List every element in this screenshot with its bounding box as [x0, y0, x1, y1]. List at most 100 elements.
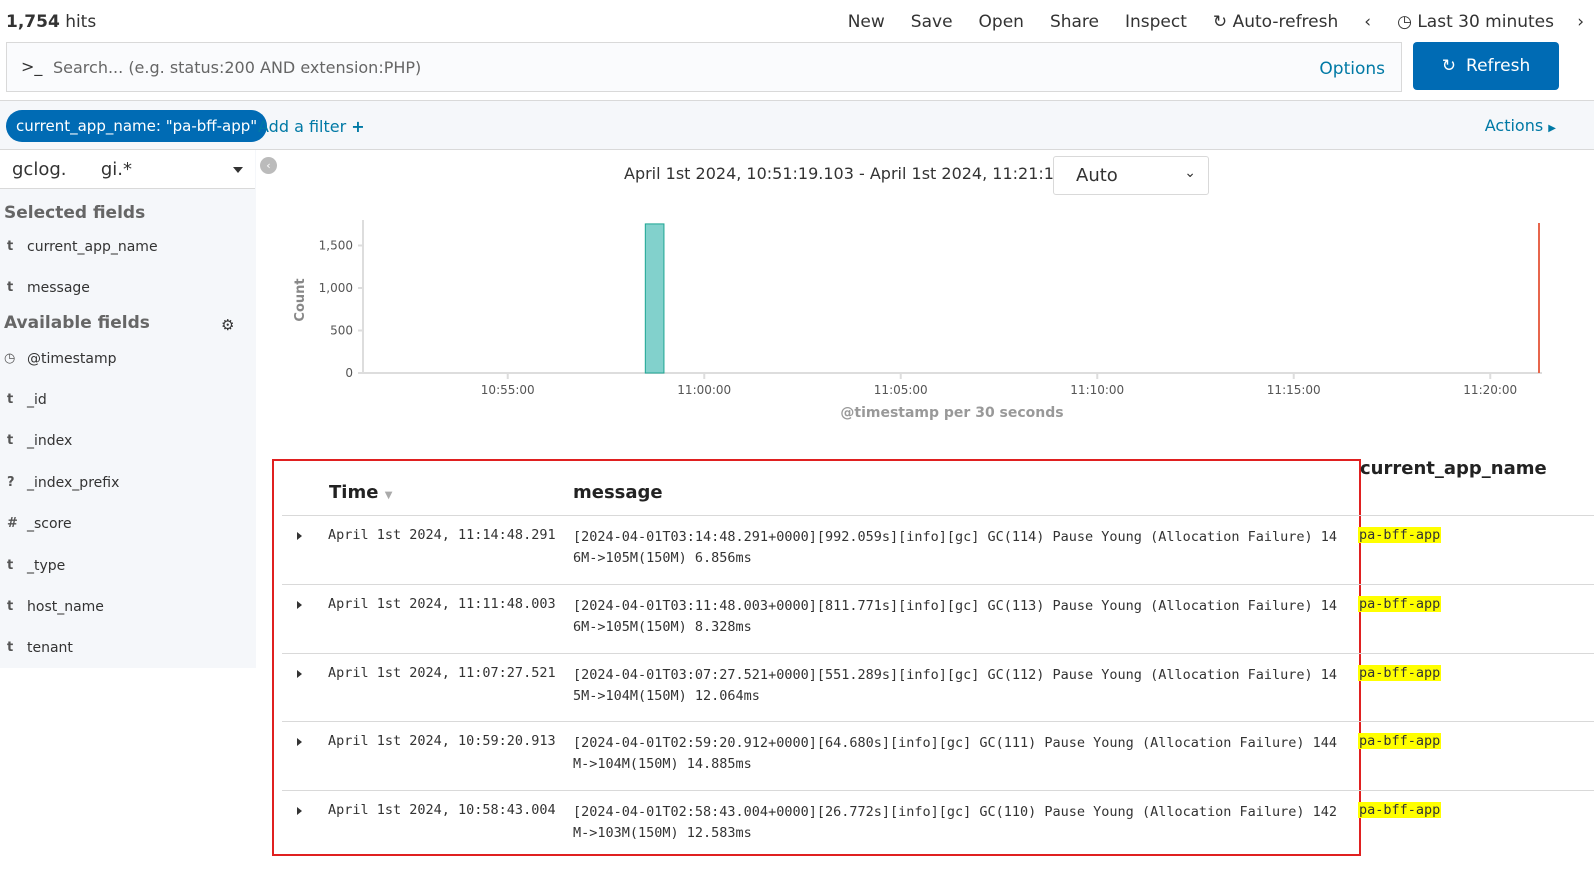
x-tick-label: 11:05:00: [874, 383, 928, 397]
x-tick-label: 11:10:00: [1070, 383, 1124, 397]
field-name: current_app_name: [27, 239, 158, 255]
field-name: _score: [27, 516, 72, 532]
x-axis-label: @timestamp per 30 seconds: [840, 405, 1063, 421]
refresh-icon: ↻: [1212, 12, 1228, 32]
interval-value: Auto: [1076, 165, 1118, 186]
expand-row-icon[interactable]: [297, 532, 302, 540]
field-name: message: [27, 280, 90, 296]
expand-row-icon[interactable]: [297, 738, 302, 747]
field-name: _index_prefix: [27, 475, 120, 491]
top-nav: New Save Open Share Inspect ↻ Auto-refre…: [848, 12, 1584, 32]
table-row: April 1st 2024, 11:07:27.521 [2024-04-01…: [282, 652, 1594, 721]
field-name: _index: [27, 433, 73, 449]
string-type-icon: t: [7, 280, 14, 295]
filter-pill[interactable]: current_app_name: "pa-bff-app": [6, 110, 268, 142]
number-type-icon: #: [7, 516, 18, 531]
new-button[interactable]: New: [848, 12, 885, 32]
search-bar: >_ Options: [6, 42, 1402, 92]
add-filter-label: Add a filter: [258, 117, 347, 136]
table-row: April 1st 2024, 10:58:43.004 [2024-04-01…: [282, 790, 1594, 858]
row-app-name: pa-bff-app: [1358, 733, 1442, 750]
clock-icon: ◷: [4, 351, 16, 366]
auto-refresh-label: Auto-refresh: [1232, 12, 1339, 32]
y-axis-label: Count: [293, 278, 308, 321]
gear-icon[interactable]: ⚙: [221, 316, 234, 334]
refresh-icon: ↻: [1441, 56, 1457, 76]
string-type-icon: t: [7, 239, 14, 254]
field-name: _type: [27, 558, 66, 574]
field-name: @timestamp: [27, 351, 117, 367]
options-button[interactable]: Options: [1319, 59, 1385, 79]
row-message: [2024-04-01T02:58:43.004+0000][26.772s][…: [573, 804, 1338, 842]
field-name: host_name: [27, 599, 104, 615]
histogram-chart: 0 500 1,000 1,500 10:55:00 11:00:00 11:05:00 11…: [293, 220, 1542, 421]
plus-icon: +: [351, 117, 365, 136]
index-pattern-label: gclog. gi.*: [12, 159, 132, 180]
sort-down-icon: ▼: [384, 490, 393, 501]
actions-button[interactable]: Actions ▶: [1485, 116, 1556, 135]
expand-row-icon[interactable]: [297, 669, 302, 678]
save-button[interactable]: Save: [911, 12, 953, 32]
unknown-type-icon: ?: [7, 475, 15, 490]
auto-refresh-button[interactable]: ↻ Auto-refresh: [1213, 12, 1338, 32]
available-fields-heading: Available fields: [4, 313, 150, 333]
index-pattern-select[interactable]: gclog. gi.*: [0, 150, 255, 189]
caret-right-icon: ▶: [1548, 123, 1556, 134]
time-next-button[interactable]: ›: [1577, 12, 1584, 32]
hits-number: 1,754: [6, 12, 60, 32]
search-input[interactable]: [53, 53, 1253, 81]
sidebar: gclog. gi.* Selected fields t current_app…: [0, 150, 256, 668]
string-type-icon: t: [7, 558, 14, 573]
string-type-icon: t: [7, 392, 14, 407]
chevron-down-icon: ⌄: [1184, 165, 1196, 181]
add-filter-button[interactable]: Add a filter +: [258, 117, 365, 136]
hits-label: hits: [65, 12, 97, 32]
time-prev-button[interactable]: ‹: [1364, 12, 1371, 32]
y-tick-label: 1,500: [319, 239, 353, 253]
string-type-icon: t: [7, 640, 14, 655]
hits-count: 1,754 hits: [6, 12, 96, 32]
x-tick-label: 11:20:00: [1463, 383, 1517, 397]
caret-down-icon: [233, 167, 243, 173]
refresh-label: Refresh: [1466, 56, 1531, 76]
clock-icon: ◷: [1397, 12, 1412, 32]
column-header-current-app-name[interactable]: current_app_name: [1360, 458, 1547, 479]
y-tick-label: 500: [330, 324, 353, 338]
field-name: tenant: [27, 640, 73, 656]
row-time: April 1st 2024, 10:59:20.913: [328, 733, 556, 750]
inspect-button[interactable]: Inspect: [1125, 12, 1187, 32]
y-tick-label: 0: [345, 366, 353, 380]
row-message: [2024-04-01T03:07:27.521+0000][551.289s]…: [573, 666, 1338, 704]
time-picker[interactable]: ◷ Last 30 minutes: [1397, 12, 1554, 32]
x-tick-label: 11:15:00: [1267, 383, 1321, 397]
refresh-button[interactable]: ↻ Refresh: [1413, 42, 1559, 90]
row-time: April 1st 2024, 10:58:43.004: [328, 802, 556, 819]
prompt-icon: >_: [21, 57, 43, 76]
histogram-bar: [644, 223, 665, 374]
share-button[interactable]: Share: [1050, 12, 1099, 32]
row-message: [2024-04-01T03:11:48.003+0000][811.771s]…: [573, 597, 1338, 635]
row-message: [2024-04-01T02:59:20.912+0000][64.680s][…: [573, 735, 1338, 773]
table-row: April 1st 2024, 10:59:20.913 [2024-04-01…: [282, 721, 1594, 789]
row-app-name: pa-bff-app: [1358, 595, 1442, 612]
open-button[interactable]: Open: [979, 12, 1024, 32]
column-label: Time: [329, 482, 379, 503]
row-time: April 1st 2024, 11:14:48.291: [328, 527, 556, 543]
field-name: _id: [27, 392, 47, 408]
time-picker-label: Last 30 minutes: [1417, 12, 1554, 32]
collapse-sidebar-icon[interactable]: ‹: [260, 157, 277, 174]
row-message: [2024-04-01T03:14:48.291+0000][992.059s]…: [573, 529, 1338, 566]
column-header-time[interactable]: Time ▼: [329, 482, 392, 503]
string-type-icon: t: [7, 433, 14, 448]
expand-row-icon[interactable]: [297, 600, 302, 609]
table-row: April 1st 2024, 11:14:48.291 [2024-04-01…: [282, 515, 1594, 583]
expand-row-icon[interactable]: [297, 807, 302, 816]
x-tick-label: 11:00:00: [677, 383, 731, 397]
row-time: April 1st 2024, 11:07:27.521: [328, 664, 556, 681]
interval-select[interactable]: Auto ⌄: [1053, 156, 1209, 195]
row-time: April 1st 2024, 11:11:48.003: [328, 595, 556, 612]
table-row: April 1st 2024, 11:11:48.003 [2024-04-01…: [282, 583, 1594, 652]
actions-label: Actions: [1484, 116, 1544, 135]
time-range-label: April 1st 2024, 10:51:19.103 - April 1st…: [624, 164, 1121, 183]
column-header-message[interactable]: message: [573, 482, 663, 503]
